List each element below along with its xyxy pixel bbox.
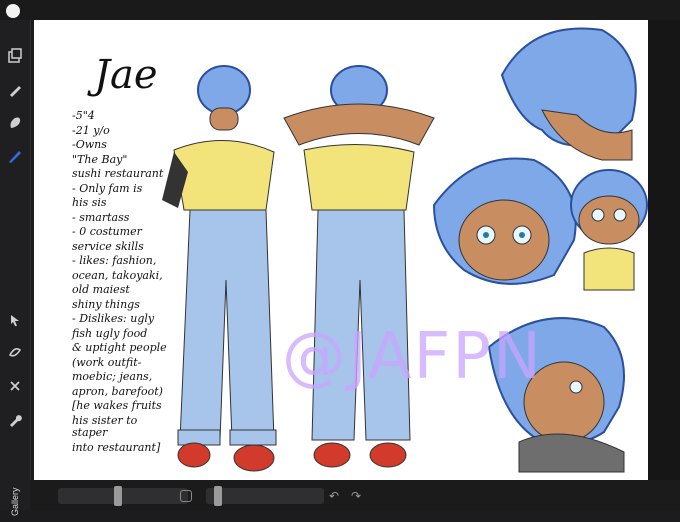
gallery-label[interactable]: Gallery (4, 482, 26, 522)
transform-icon[interactable] (5, 376, 25, 396)
top-bar (0, 0, 680, 20)
character-name: Jae (94, 52, 158, 98)
tool-sidebar: Gallery (0, 20, 31, 516)
head-front-illustration (432, 157, 577, 285)
brush-size-slider[interactable] (58, 486, 188, 506)
select-arrow-icon[interactable] (5, 310, 25, 330)
undo-icon[interactable]: ↶ (326, 488, 342, 504)
opacity-slider[interactable] (206, 486, 324, 506)
watermark: @JAFPN (282, 320, 543, 394)
brush-icon[interactable] (5, 80, 25, 100)
modify-button[interactable] (180, 490, 192, 502)
layers-icon[interactable] (5, 46, 25, 66)
bottom-controls: ↶ ↷ (30, 480, 680, 510)
adjust-icon[interactable] (5, 342, 25, 362)
smudge-icon[interactable] (5, 112, 25, 132)
opacity-thumb[interactable] (214, 486, 222, 506)
redo-icon[interactable]: ↷ (348, 488, 364, 504)
wrench-icon[interactable] (5, 410, 25, 430)
brush-size-thumb[interactable] (114, 486, 122, 506)
artwork-canvas[interactable]: Jae -5"4 -21 y/o -Owns "The Bay" sushi res… (34, 20, 648, 480)
right-strip (648, 20, 680, 480)
chibi-illustration (570, 169, 648, 291)
pen-icon[interactable] (5, 146, 25, 166)
brush-size-dot-icon[interactable] (6, 4, 20, 18)
